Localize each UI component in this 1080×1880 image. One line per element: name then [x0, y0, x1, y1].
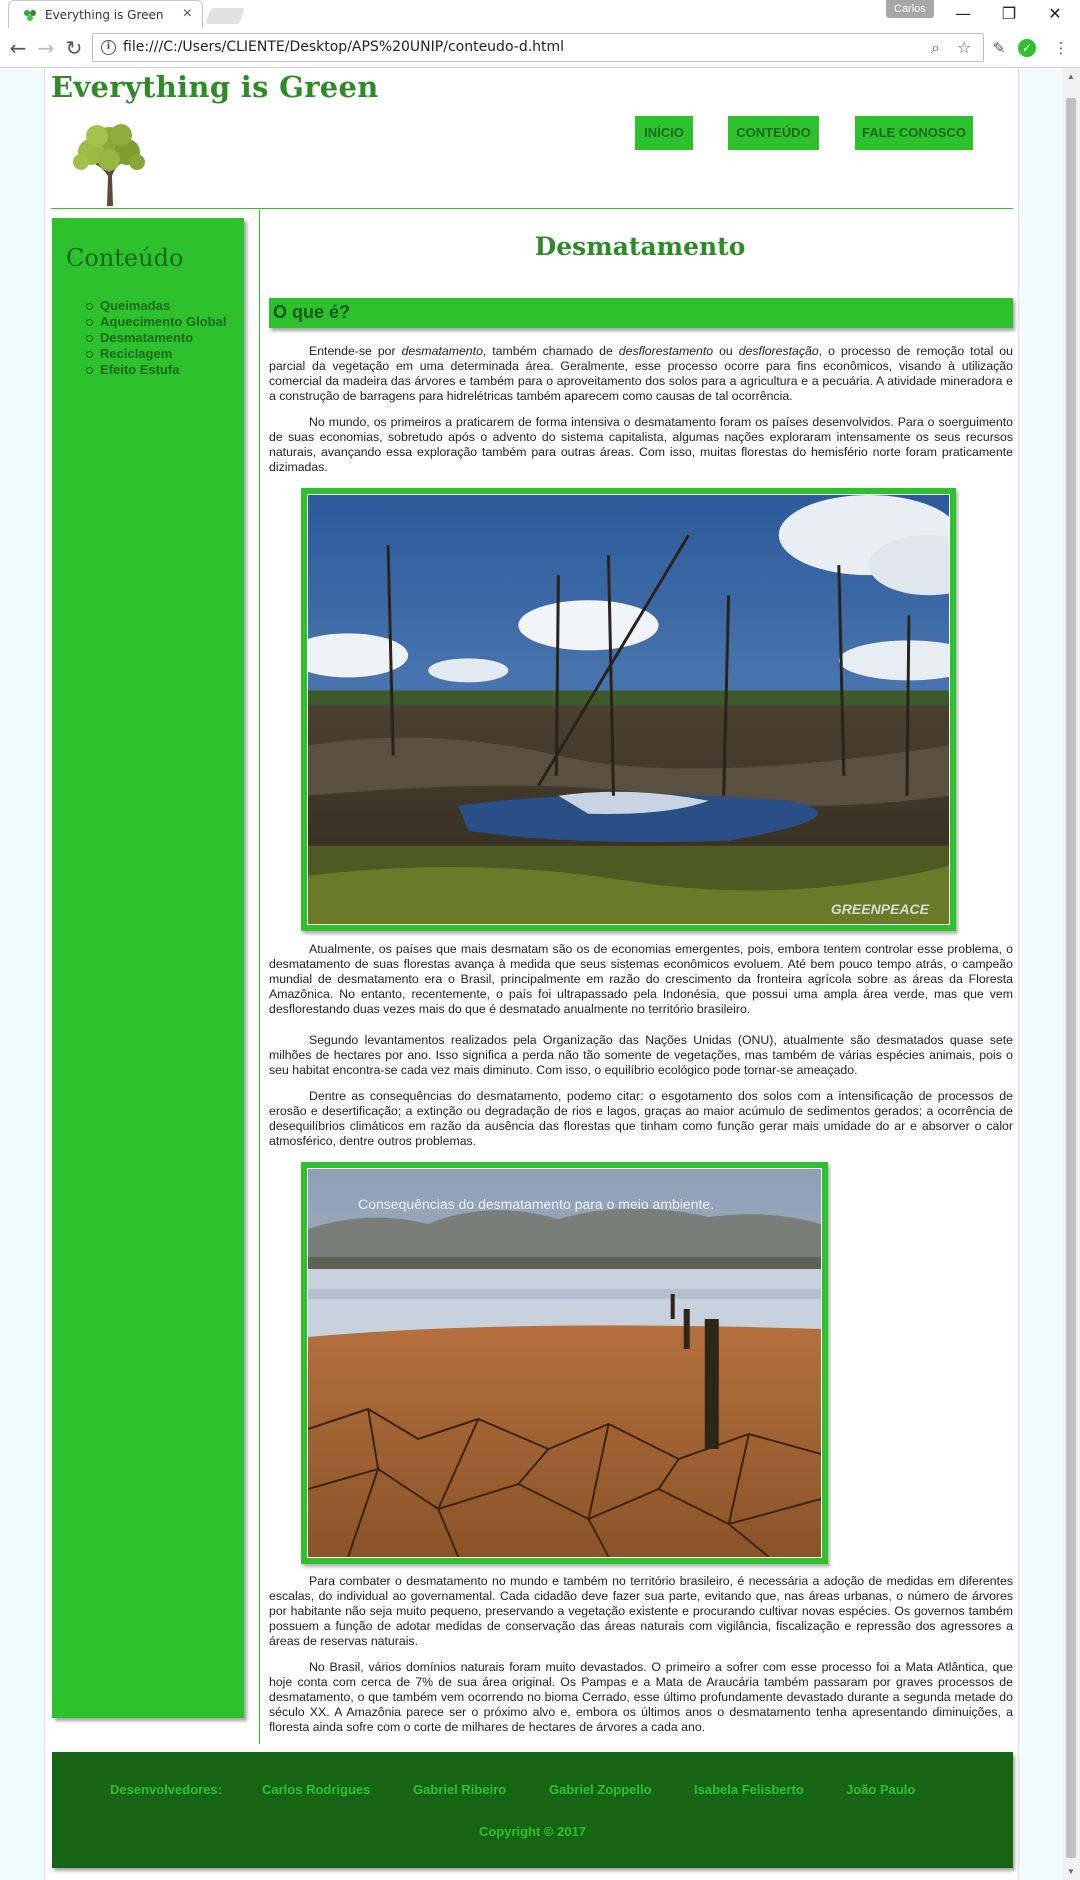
page-title: Desmatamento [534, 232, 746, 261]
scroll-down-arrow-icon[interactable]: ▼ [1067, 1867, 1075, 1876]
sidebar-item-reciclagem[interactable]: Reciclagem [85, 346, 226, 362]
developers-label: Desenvolvedores: [110, 1782, 222, 1797]
site-brand[interactable]: Everything is Green [51, 70, 379, 104]
sidebar-item-desmatamento[interactable]: Desmatamento [85, 330, 226, 346]
sidebar-list: Queimadas Aquecimento Global Desmatament… [85, 298, 226, 378]
page-viewport: Everything is Green INÍCIO CONTEÚDO FALE… [0, 68, 1062, 1880]
header-divider [51, 208, 1013, 209]
tab-close-icon[interactable]: × [183, 5, 192, 23]
nav-conteudo[interactable]: CONTEÚDO [728, 116, 819, 150]
developer-link-1[interactable]: Carlos Rodrigues [262, 1782, 370, 1797]
new-tab-button[interactable] [205, 8, 245, 24]
minimize-icon[interactable]: — [943, 2, 983, 26]
eyedropper-extension-icon[interactable]: ✎ [988, 37, 1010, 59]
bookmark-star-icon[interactable]: ☆ [957, 38, 971, 57]
browser-toolbar: ← → ↻ i file:///C:/Users/CLIENTE/Desktop… [0, 28, 1080, 68]
sidebar-item-queimadas[interactable]: Queimadas [85, 298, 226, 314]
recycle-favicon-icon [24, 10, 36, 21]
check-extension-icon[interactable]: ✓ [1018, 39, 1036, 57]
address-bar[interactable]: i file:///C:/Users/CLIENTE/Desktop/APS%2… [92, 33, 984, 62]
copyright-text: Copyright © 2017 [478, 1824, 587, 1839]
developer-link-5[interactable]: João Paulo [846, 1782, 915, 1797]
vertical-scrollbar[interactable]: ▲ ▼ [1062, 68, 1080, 1880]
paragraph-1: Entende-se por desmatamento, também cham… [269, 344, 1013, 403]
paragraph-5: Dentre as consequências do desmatamento,… [269, 1089, 1013, 1148]
sidebar-item-efeito-estufa[interactable]: Efeito Estufa [85, 362, 226, 378]
developer-link-4[interactable]: Isabela Felisberto [694, 1782, 804, 1797]
deforestation-photo: GREENPEACE [301, 488, 956, 931]
menu-kebab-icon[interactable]: ⋮ [1050, 37, 1072, 59]
paragraph-6: Para combater o desmatamento no mundo e … [269, 1574, 1013, 1648]
sidebar: Conteúdo Queimadas Aquecimento Global De… [52, 218, 244, 1718]
image-caption: Consequências do desmatamento para o mei… [358, 1196, 714, 1212]
paragraph-2: No mundo, os primeiros a praticarem de f… [269, 415, 1013, 474]
browser-tab[interactable]: Everything is Green × [8, 0, 203, 28]
window-close-icon[interactable]: ✕ [1035, 2, 1075, 26]
page-container: Everything is Green INÍCIO CONTEÚDO FALE… [44, 68, 1019, 1880]
tab-title: Everything is Green [45, 8, 164, 22]
developer-link-2[interactable]: Gabriel Ribeiro [413, 1782, 506, 1797]
content-divider [259, 210, 260, 1744]
browser-titlebar: Everything is Green × Carlos — ❐ ✕ [0, 0, 1080, 28]
info-icon[interactable]: i [101, 40, 116, 55]
paragraph-4: Segundo levantamentos realizados pela Or… [269, 1033, 1013, 1077]
paragraph-3: Atualmente, os países que mais desmatam … [269, 942, 1013, 1016]
nav-inicio[interactable]: INÍCIO [635, 116, 693, 150]
zoom-icon[interactable]: ⌕ [931, 38, 940, 58]
section-title: O que é? [273, 302, 351, 322]
forward-arrow-icon[interactable]: → [34, 36, 58, 60]
reload-icon[interactable]: ↻ [62, 36, 86, 60]
sidebar-item-aquecimento-global[interactable]: Aquecimento Global [85, 314, 226, 330]
back-arrow-icon[interactable]: ← [6, 36, 30, 60]
drought-photo: Consequências do desmatamento para o mei… [301, 1162, 828, 1564]
scroll-up-arrow-icon[interactable]: ▲ [1067, 72, 1075, 81]
section-header: O que é? [269, 298, 1013, 328]
profile-badge[interactable]: Carlos [886, 0, 934, 18]
paragraph-7: No Brasil, vários domínios naturais fora… [269, 1660, 1013, 1734]
sidebar-title: Conteúdo [66, 244, 184, 272]
site-footer: Desenvolvedores: Carlos Rodrigues Gabrie… [52, 1752, 1013, 1868]
nav-fale-conosco[interactable]: FALE CONOSCO [855, 116, 973, 150]
greenpeace-watermark: GREENPEACE [831, 901, 930, 917]
developer-link-3[interactable]: Gabriel Zoppello [549, 1782, 652, 1797]
url-text[interactable]: file:///C:/Users/CLIENTE/Desktop/APS%20U… [123, 39, 564, 55]
tree-logo-icon [73, 124, 145, 206]
scroll-thumb[interactable] [1066, 98, 1076, 1858]
restore-icon[interactable]: ❐ [989, 2, 1029, 26]
